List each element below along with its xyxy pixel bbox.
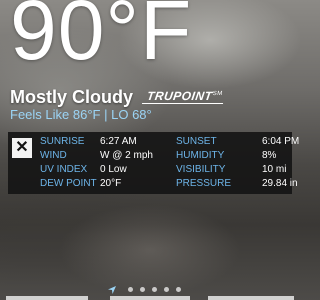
dew-point-value: 20°F <box>100 178 122 189</box>
uv-index-label: UV INDEX <box>40 164 88 175</box>
details-row: WIND W @ 2 mph HUMIDITY 8% <box>8 149 292 163</box>
page-dot[interactable] <box>164 287 169 292</box>
uv-index-value: 0 Low <box>100 164 127 175</box>
visibility-label: VISIBILITY <box>176 164 226 175</box>
feels-like-text: Feels Like 86°F <box>10 107 101 122</box>
bottom-tab[interactable] <box>110 296 190 300</box>
sunrise-value: 6:27 AM <box>100 136 137 147</box>
temperature-reading: 90°F <box>10 0 193 77</box>
condition-text: Mostly Cloudy <box>10 87 134 107</box>
sunset-label: SUNSET <box>176 136 217 147</box>
separator: | <box>104 107 108 122</box>
brand-mark: SM <box>212 91 224 97</box>
page-indicator[interactable] <box>0 285 300 295</box>
bottom-tab[interactable] <box>6 296 88 300</box>
pressure-value: 29.84 in <box>262 178 298 189</box>
page-dot[interactable] <box>176 287 181 292</box>
feels-like-line: Feels Like 86°F | LO 68° <box>10 107 152 122</box>
bottom-tab-bar <box>0 296 300 300</box>
humidity-value: 8% <box>262 150 277 161</box>
page-dot[interactable] <box>140 287 145 292</box>
visibility-value: 10 mi <box>262 164 287 175</box>
location-arrow-icon <box>108 286 116 294</box>
details-panel: ✕ SUNRISE 6:27 AM SUNSET 6:04 PM WIND W … <box>8 132 299 194</box>
low-temp-text: LO 68° <box>111 107 152 122</box>
sunrise-label: SUNRISE <box>40 136 85 147</box>
bottom-tab[interactable] <box>208 296 294 300</box>
wind-label: WIND <box>40 150 67 161</box>
details-row: SUNRISE 6:27 AM SUNSET 6:04 PM <box>8 135 299 149</box>
brand-name: TRUPOINT <box>146 89 214 103</box>
dew-point-label: DEW POINT <box>40 178 97 189</box>
trupoint-logo: TRUPOINTSM <box>141 89 226 104</box>
page-dot[interactable] <box>128 287 133 292</box>
details-row: UV INDEX 0 Low VISIBILITY 10 mi <box>8 163 292 177</box>
pressure-label: PRESSURE <box>176 178 232 189</box>
page-dot[interactable] <box>152 287 157 292</box>
wind-value: W @ 2 mph <box>100 150 153 161</box>
sunset-value: 6:04 PM <box>262 136 300 147</box>
humidity-label: HUMIDITY <box>176 150 225 161</box>
details-row: DEW POINT 20°F PRESSURE 29.84 in <box>8 177 298 191</box>
